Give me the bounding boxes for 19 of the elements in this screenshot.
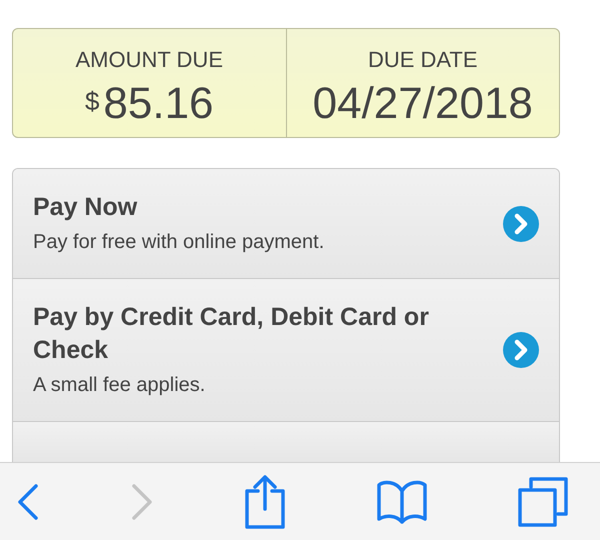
tabs-button[interactable] <box>516 474 570 528</box>
back-icon <box>16 482 40 522</box>
option-description: A small fee applies. <box>33 373 206 398</box>
due-date-value: 04/27/2018 <box>312 78 533 130</box>
share-icon <box>244 474 286 528</box>
option-description: Pay for free with online payment. <box>33 230 326 255</box>
chevron-circle-icon <box>503 332 539 368</box>
payment-option[interactable]: Pay by Credit Card, Debit Card or Check A small fee applies. <box>13 279 559 422</box>
forward-icon <box>130 482 154 522</box>
payment-option[interactable]: Pay Now Pay for free with online payment. <box>13 169 559 279</box>
book-icon <box>376 478 428 524</box>
due-date-label: DUE DATE <box>368 46 478 74</box>
chevron-circle-icon <box>503 206 539 242</box>
amount-value: 85.16 <box>103 78 214 130</box>
amount-label: AMOUNT DUE <box>76 46 223 74</box>
option-title: Pay by Credit Card, Debit Card or Check <box>33 302 430 366</box>
option-title: Pay Now <box>33 192 138 223</box>
tabs-icon <box>518 476 568 526</box>
currency-symbol: $ <box>84 85 100 118</box>
